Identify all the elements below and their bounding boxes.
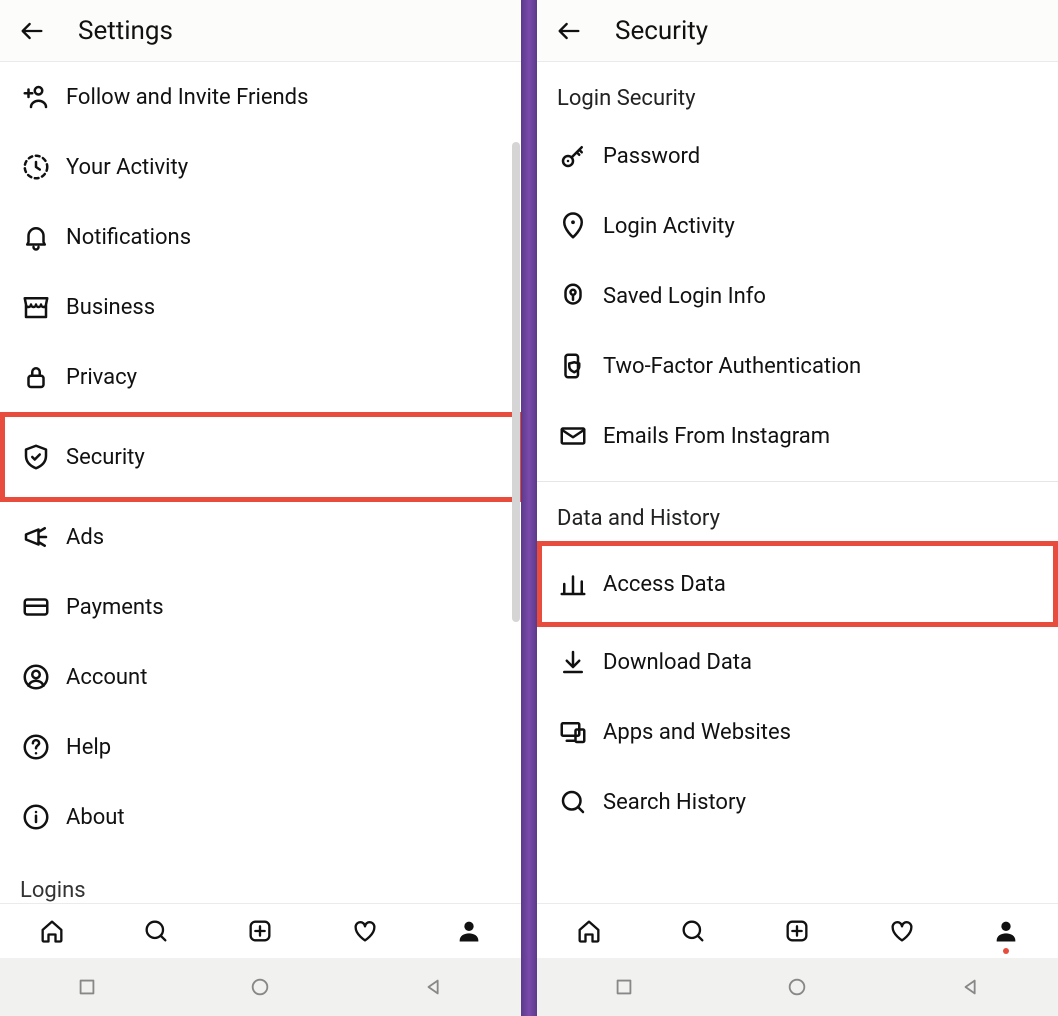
menu-password[interactable]: Password: [537, 121, 1058, 191]
back-button[interactable]: [16, 15, 48, 47]
menu-security[interactable]: Security: [0, 412, 521, 502]
menu-apps-websites[interactable]: Apps and Websites: [537, 697, 1058, 767]
menu-saved-login[interactable]: Saved Login Info: [537, 261, 1058, 331]
security-header: Security: [537, 0, 1058, 62]
settings-pane: Settings Follow and Invite Friends Your …: [0, 0, 521, 1016]
nav-add[interactable]: [782, 916, 812, 946]
user-circle-icon: [20, 661, 52, 693]
menu-two-factor[interactable]: Two-Factor Authentication: [537, 331, 1058, 401]
menu-item-label: Saved Login Info: [603, 284, 766, 309]
menu-item-label: Login Activity: [603, 214, 735, 239]
menu-notifications[interactable]: Notifications: [0, 202, 521, 272]
menu-item-label: Download Data: [603, 650, 752, 675]
menu-login-activity[interactable]: Login Activity: [537, 191, 1058, 261]
bottom-nav-right: [537, 903, 1058, 958]
nav-profile[interactable]: [991, 916, 1021, 946]
security-pane: Security Login Security Password Login A…: [537, 0, 1058, 1016]
menu-account[interactable]: Account: [0, 642, 521, 712]
data-history-heading: Data and History: [537, 482, 1058, 541]
menu-item-label: Help: [66, 735, 111, 760]
menu-item-label: Your Activity: [66, 155, 188, 180]
security-title: Security: [615, 16, 708, 46]
settings-content[interactable]: Follow and Invite Friends Your Activity …: [0, 62, 521, 903]
settings-header: Settings: [0, 0, 521, 62]
menu-item-label: Ads: [66, 525, 104, 550]
menu-item-label: Follow and Invite Friends: [66, 85, 308, 110]
nav-activity[interactable]: [350, 916, 380, 946]
help-circle-icon: [20, 731, 52, 763]
pane-divider: [521, 0, 537, 1016]
system-nav-left: [0, 958, 521, 1016]
menu-business[interactable]: Business: [0, 272, 521, 342]
settings-title: Settings: [78, 16, 173, 46]
menu-payments[interactable]: Payments: [0, 572, 521, 642]
menu-item-label: Privacy: [66, 365, 137, 390]
person-plus-icon: [20, 81, 52, 113]
back-button[interactable]: [553, 15, 585, 47]
sys-home[interactable]: [247, 974, 273, 1000]
menu-item-label: Search History: [603, 790, 746, 815]
menu-item-label: Apps and Websites: [603, 720, 791, 745]
menu-item-label: Notifications: [66, 225, 191, 250]
menu-item-label: Security: [66, 445, 145, 470]
nav-add[interactable]: [245, 916, 275, 946]
menu-download-data[interactable]: Download Data: [537, 627, 1058, 697]
bell-icon: [20, 221, 52, 253]
sys-home[interactable]: [784, 974, 810, 1000]
download-icon: [557, 646, 589, 678]
menu-item-label: Emails From Instagram: [603, 424, 830, 449]
nav-home[interactable]: [574, 916, 604, 946]
menu-item-label: Payments: [66, 595, 164, 620]
sys-recent[interactable]: [74, 974, 100, 1000]
menu-item-label: About: [66, 805, 125, 830]
nav-search[interactable]: [678, 916, 708, 946]
menu-follow-invite[interactable]: Follow and Invite Friends: [0, 62, 521, 132]
menu-your-activity[interactable]: Your Activity: [0, 132, 521, 202]
menu-emails-instagram[interactable]: Emails From Instagram: [537, 401, 1058, 471]
bar-chart-icon: [557, 568, 589, 600]
system-nav-right: [537, 958, 1058, 1016]
menu-item-label: Account: [66, 665, 147, 690]
menu-item-label: Access Data: [603, 572, 726, 597]
credit-card-icon: [20, 591, 52, 623]
menu-item-label: Password: [603, 144, 700, 169]
keyhole-icon: [557, 280, 589, 312]
location-pin-icon: [557, 210, 589, 242]
search-icon: [557, 786, 589, 818]
scrollbar[interactable]: [512, 142, 520, 622]
nav-profile[interactable]: [454, 916, 484, 946]
shield-check-icon: [20, 441, 52, 473]
menu-privacy[interactable]: Privacy: [0, 342, 521, 412]
login-security-heading: Login Security: [537, 62, 1058, 121]
storefront-icon: [20, 291, 52, 323]
security-content[interactable]: Login Security Password Login Activity S…: [537, 62, 1058, 903]
bottom-nav-left: [0, 903, 521, 958]
menu-item-label: Business: [66, 295, 155, 320]
megaphone-icon: [20, 521, 52, 553]
phone-shield-icon: [557, 350, 589, 382]
sys-back[interactable]: [421, 974, 447, 1000]
lock-icon: [20, 361, 52, 393]
menu-search-history[interactable]: Search History: [537, 767, 1058, 837]
logins-heading: Logins: [0, 852, 521, 903]
sys-back[interactable]: [958, 974, 984, 1000]
menu-ads[interactable]: Ads: [0, 502, 521, 572]
menu-help[interactable]: Help: [0, 712, 521, 782]
sys-recent[interactable]: [611, 974, 637, 1000]
nav-activity[interactable]: [887, 916, 917, 946]
envelope-icon: [557, 420, 589, 452]
menu-about[interactable]: About: [0, 782, 521, 852]
menu-access-data[interactable]: Access Data: [537, 541, 1058, 627]
menu-item-label: Two-Factor Authentication: [603, 354, 861, 379]
nav-home[interactable]: [37, 916, 67, 946]
profile-notification-dot: [1003, 948, 1009, 954]
info-circle-icon: [20, 801, 52, 833]
nav-search[interactable]: [141, 916, 171, 946]
clock-activity-icon: [20, 151, 52, 183]
devices-icon: [557, 716, 589, 748]
key-icon: [557, 140, 589, 172]
